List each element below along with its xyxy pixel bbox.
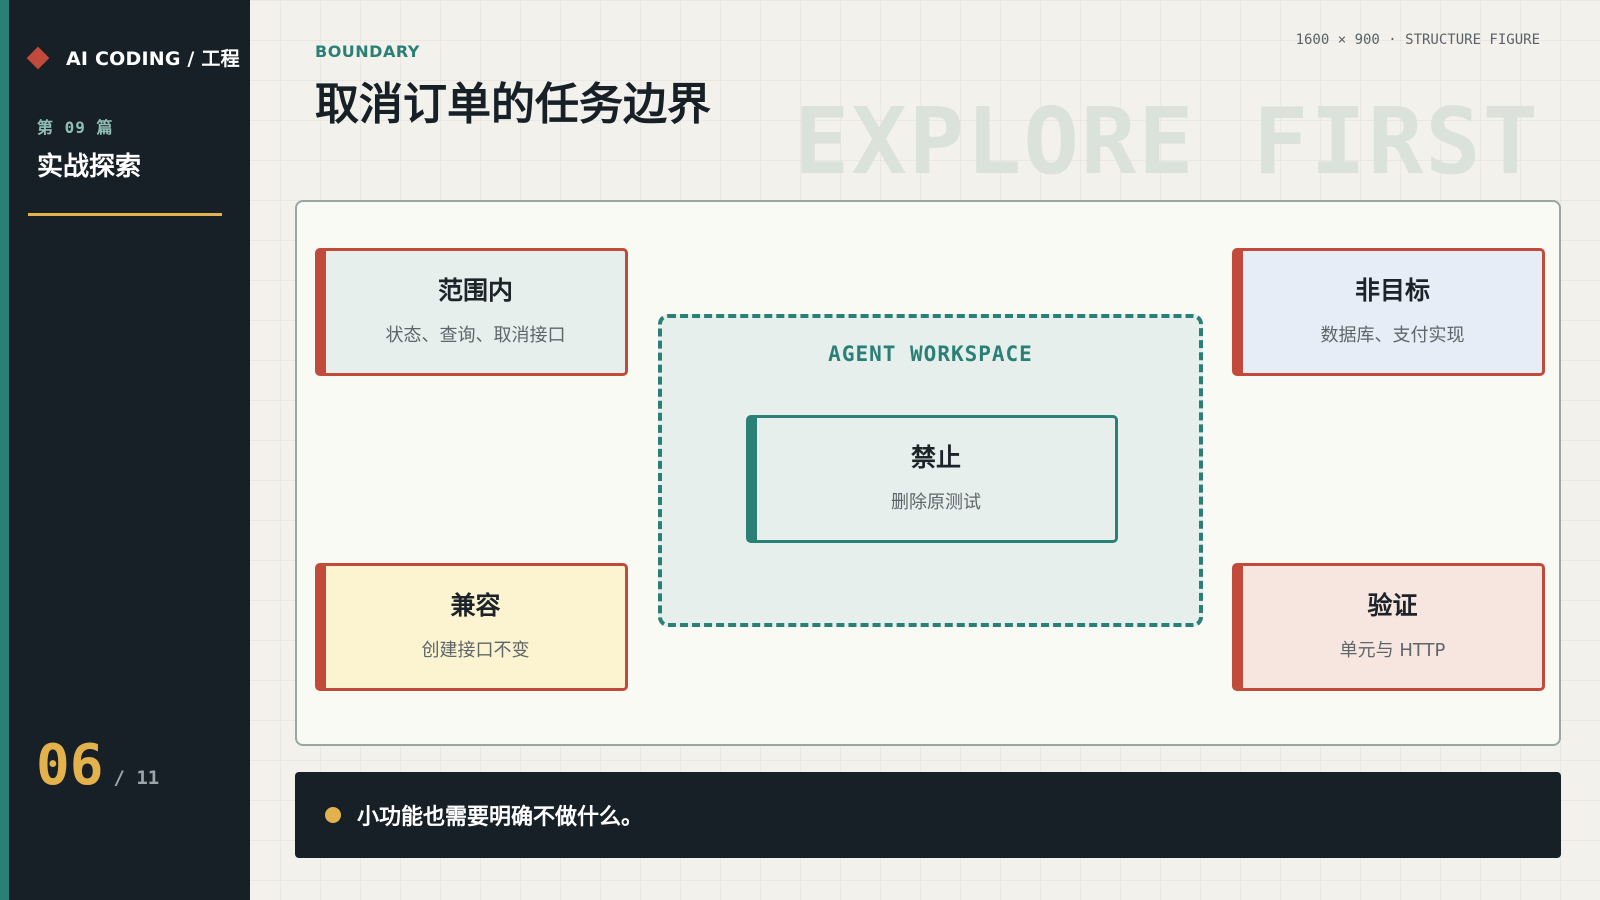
diamond-icon bbox=[26, 46, 50, 69]
figure-meta: 1600 × 900 · STRUCTURE FIGURE bbox=[1295, 32, 1540, 48]
brand: AI CODING / 工程 bbox=[26, 44, 240, 71]
brand-title: AI CODING / 工程 bbox=[66, 48, 240, 70]
compat-card: 兼容 创建接口不变 bbox=[315, 563, 628, 691]
sidebar-accent-bar bbox=[0, 0, 9, 900]
forbidden-title: 禁止 bbox=[910, 443, 961, 472]
page-title: 取消订单的任务边界 bbox=[315, 79, 711, 130]
verify-subtitle: 单元与 HTTP bbox=[1339, 640, 1446, 661]
workspace-label: AGENT WORKSPACE bbox=[828, 342, 1033, 366]
agent-workspace: AGENT WORKSPACE 禁止 删除原测试 bbox=[658, 314, 1203, 627]
non-goal-card: 非目标 数据库、支付实现 bbox=[1232, 248, 1545, 376]
forbidden-subtitle: 删除原测试 bbox=[891, 492, 981, 513]
compat-subtitle: 创建接口不变 bbox=[421, 640, 530, 661]
watermark-text: EXPLORE FIRST bbox=[793, 88, 1540, 195]
verify-card: 验证 单元与 HTTP bbox=[1232, 563, 1545, 691]
bullet-dot-icon bbox=[325, 807, 341, 823]
page-counter: 06 / 11 bbox=[36, 738, 159, 794]
eyebrow-label: BOUNDARY bbox=[315, 42, 420, 61]
forbidden-card: 禁止 删除原测试 bbox=[746, 415, 1118, 543]
section-title: 实战探索 bbox=[37, 152, 142, 182]
takeaway-note: 小功能也需要明确不做什么。 bbox=[295, 772, 1561, 858]
verify-title: 验证 bbox=[1367, 591, 1418, 620]
scope-title: 范围内 bbox=[437, 276, 513, 305]
sidebar-divider bbox=[28, 213, 222, 216]
issue-number: 第 09 篇 bbox=[37, 118, 114, 137]
non-goal-title: 非目标 bbox=[1354, 276, 1430, 305]
scope-card: 范围内 状态、查询、取消接口 bbox=[315, 248, 628, 376]
page-current: 06 bbox=[36, 733, 104, 798]
sidebar: AI CODING / 工程 第 09 篇 实战探索 06 / 11 bbox=[0, 0, 250, 900]
compat-title: 兼容 bbox=[450, 591, 501, 620]
non-goal-subtitle: 数据库、支付实现 bbox=[1320, 325, 1465, 346]
scope-subtitle: 状态、查询、取消接口 bbox=[385, 325, 566, 346]
page-total: / 11 bbox=[113, 767, 160, 789]
diagram-panel: 范围内 状态、查询、取消接口 非目标 数据库、支付实现 兼容 创建接口不变 验证… bbox=[295, 200, 1561, 746]
takeaway-text: 小功能也需要明确不做什么。 bbox=[357, 805, 644, 830]
